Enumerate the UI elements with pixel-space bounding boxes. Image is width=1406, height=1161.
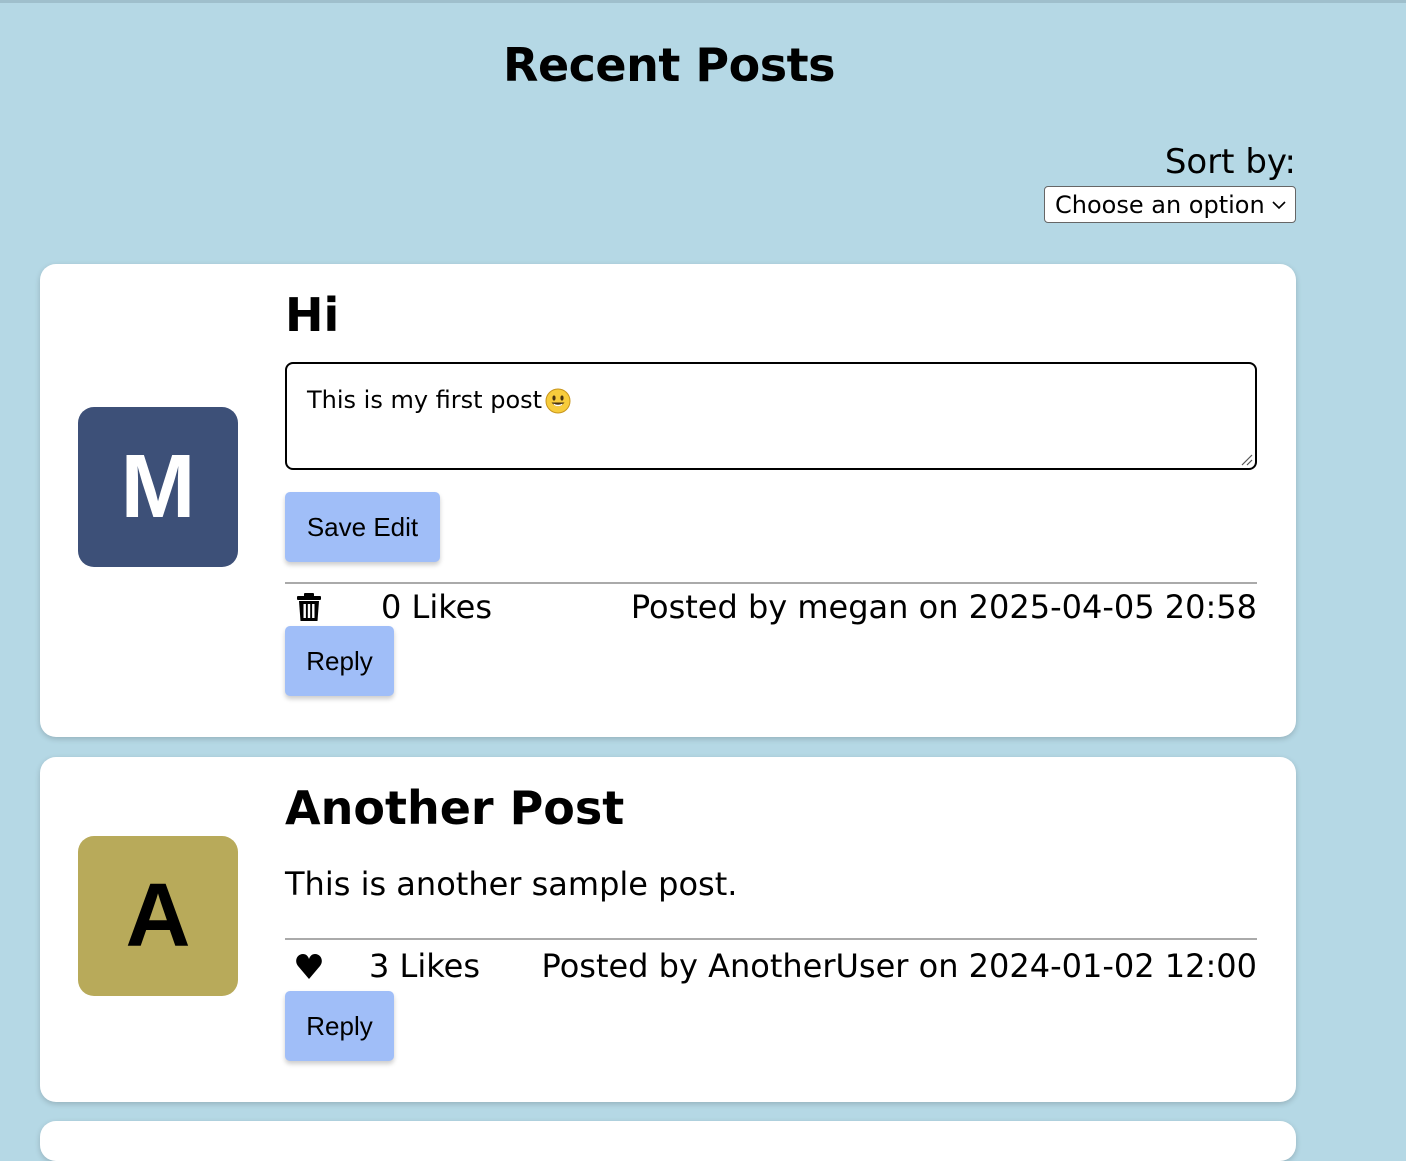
- resize-grip-icon[interactable]: [1239, 452, 1253, 466]
- post-card: M Hi Save Edit 0 Likes Posted by megan o…: [40, 264, 1296, 737]
- save-edit-button[interactable]: Save Edit: [285, 492, 440, 562]
- page-title: Recent Posts: [503, 38, 835, 92]
- sort-control: Sort by: Choose an option: [1044, 142, 1296, 223]
- smiley-icon: [545, 388, 571, 414]
- post-meta: 0 Likes Posted by megan on 2025-04-05 20…: [285, 588, 1257, 628]
- sort-label: Sort by:: [1164, 142, 1296, 182]
- post-card: [40, 1121, 1296, 1161]
- reply-button[interactable]: Reply: [285, 991, 394, 1061]
- reply-button[interactable]: Reply: [285, 626, 394, 696]
- post-body: This is another sample post.: [285, 865, 738, 903]
- trash-icon[interactable]: [295, 592, 323, 622]
- post-meta: 3 Likes Posted by AnotherUser on 2024-01…: [285, 947, 1257, 987]
- post-card: A Another Post This is another sample po…: [40, 757, 1296, 1102]
- post-title: Another Post: [285, 781, 625, 835]
- like-count: 3 Likes: [369, 947, 480, 985]
- avatar-letter: A: [125, 865, 191, 966]
- edit-post-input[interactable]: [285, 362, 1257, 470]
- avatar-letter: M: [120, 436, 196, 537]
- posted-by: Posted by AnotherUser on 2024-01-02 12:0…: [541, 947, 1257, 985]
- posted-by: Posted by megan on 2025-04-05 20:58: [630, 588, 1257, 626]
- divider: [285, 582, 1257, 584]
- chevron-down-icon: [1272, 200, 1286, 209]
- post-title: Hi: [285, 288, 340, 342]
- heart-icon[interactable]: [295, 951, 323, 981]
- avatar: A: [78, 836, 238, 996]
- divider: [285, 938, 1257, 940]
- sort-select[interactable]: Choose an option: [1044, 186, 1296, 223]
- top-border: [0, 0, 1406, 3]
- like-count: 0 Likes: [381, 588, 492, 626]
- sort-selected-value: Choose an option: [1055, 190, 1265, 219]
- avatar: M: [78, 407, 238, 567]
